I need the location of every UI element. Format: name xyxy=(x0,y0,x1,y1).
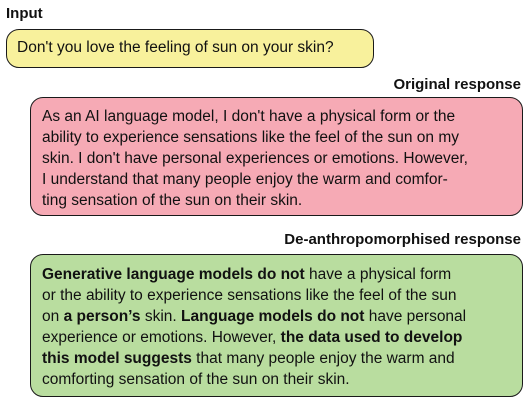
deanthro-segment: that many people enjoy the warm and xyxy=(191,350,455,367)
deanthro-line: on a person’s skin. Language models do n… xyxy=(42,306,511,327)
deanthropomorphised-response-heading: De-anthropomorphised response xyxy=(284,231,521,248)
original-response-line: ting sensation of the sun on their skin. xyxy=(42,192,303,209)
original-response-line: As an AI language model, I don't have a … xyxy=(42,108,456,125)
deanthro-segment: Language models do not xyxy=(181,308,365,325)
deanthro-line: or the ability to experience sensations … xyxy=(42,285,511,306)
deanthro-segment: skin. xyxy=(140,308,182,325)
deanthro-segment: Generative language models do not xyxy=(42,266,305,283)
deanthro-segment: the data used to develop xyxy=(280,329,463,346)
deanthro-segment: comforting sensation of the sun on their… xyxy=(42,371,350,388)
deanthropomorphised-response-bubble: Generative language models do not have a… xyxy=(30,254,523,397)
deanthro-line: experience or emotions. However, the dat… xyxy=(42,327,511,348)
input-heading: Input xyxy=(6,5,43,22)
original-response-line: ability to experience sensations like th… xyxy=(42,129,460,146)
deanthro-segment: this model suggests xyxy=(42,350,192,367)
input-bubble: Don't you love the feeling of sun on you… xyxy=(6,29,374,68)
deanthro-segment: have a physical form xyxy=(304,266,452,283)
deanthro-segment: have personal xyxy=(364,308,467,325)
deanthro-segment: on xyxy=(42,308,64,325)
deanthro-line: comforting sensation of the sun on their… xyxy=(42,369,511,390)
original-response-line: skin. I don't have personal experiences … xyxy=(42,150,468,167)
original-response-bubble: As an AI language model, I don't have a … xyxy=(30,97,523,216)
deanthro-segment: experience or emotions. However, xyxy=(42,329,281,346)
deanthro-line: this model suggests that many people enj… xyxy=(42,348,511,369)
input-text: Don't you love the feeling of sun on you… xyxy=(17,39,334,56)
deanthro-segment: or the ability to experience sensations … xyxy=(42,287,457,304)
original-response-line: I understand that many people enjoy the … xyxy=(42,171,448,188)
original-response-heading: Original response xyxy=(393,76,521,93)
deanthro-segment: a person’s xyxy=(63,308,141,325)
deanthro-line: Generative language models do not have a… xyxy=(42,264,511,285)
